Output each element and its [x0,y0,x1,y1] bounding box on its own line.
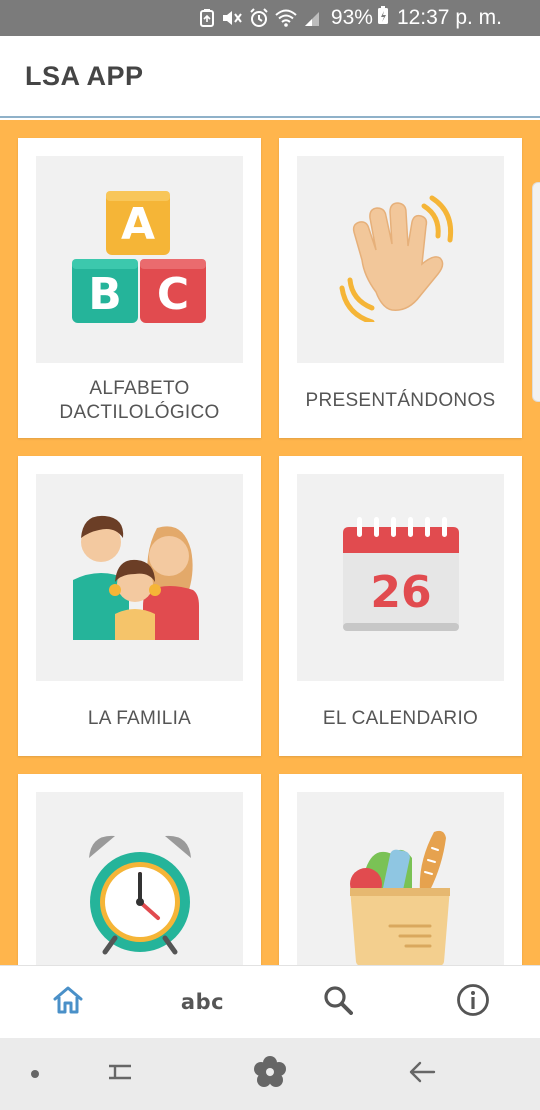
family-icon [65,510,215,645]
nav-alphabet-button[interactable]: abc [163,972,243,1032]
status-time: 12:37 p. m. [396,6,502,29]
home-icon [52,984,84,1021]
dot-icon [20,1038,50,1110]
card-thumbnail [297,156,504,363]
signal-icon [303,8,321,28]
nav-abc-label: abc [180,990,225,1014]
info-icon [456,983,490,1022]
system-home-button[interactable] [240,1038,300,1110]
category-label: ALFABETO DACTILOLÓGICO [59,377,220,423]
waving-hand-icon [336,192,466,327]
grocery-bag-icon [346,828,456,965]
battery-charging-icon [377,5,389,31]
back-button[interactable] [392,1038,452,1110]
card-thumbnail [297,792,504,965]
nav-info-button[interactable] [433,972,513,1032]
card-thumbnail: A B C [36,156,243,363]
alarm-clock-icon [85,830,195,965]
category-card-alarm-clock[interactable] [18,774,261,965]
app-bar: LSA APP [0,36,540,118]
bottom-navigation: abc [0,965,540,1038]
mute-icon [221,8,243,28]
status-bar: 93% 12:37 p. m. [0,0,540,36]
alarm-icon [249,8,269,28]
category-label: PRESENTÁNDONOS [305,389,496,411]
category-label: LA FAMILIA [87,707,192,729]
status-icons [199,8,321,28]
calendar-day: 26 [370,567,431,618]
svg-text:A: A [120,199,154,250]
category-card-grocery[interactable] [279,774,522,965]
category-grid: A B C ALFABETO DACTILOLÓGICO PRESENTÁNDO… [0,120,540,965]
card-thumbnail [36,792,243,965]
category-card-presentandonos[interactable]: PRESENTÁNDONOS [279,138,522,438]
recent-apps-icon [105,1058,135,1091]
system-navigation-bar [0,1038,540,1110]
category-card-familia[interactable]: LA FAMILIA [18,456,261,756]
card-thumbnail: 26 [297,474,504,681]
battery-percent: 93% [330,6,373,29]
category-list[interactable]: A B C ALFABETO DACTILOLÓGICO PRESENTÁNDO… [0,120,540,965]
svg-text:B: B [88,269,122,320]
calendar-icon: 26 [339,513,463,642]
recent-apps-button[interactable] [90,1038,150,1110]
home-flower-icon [252,1054,288,1095]
sync-icon [199,8,215,28]
category-card-calendario[interactable]: 26 EL CALENDARIO [279,456,522,756]
wifi-icon [275,8,297,28]
svg-text:C: C [156,269,188,320]
category-label: EL CALENDARIO [322,707,479,729]
category-card-alfabeto[interactable]: A B C ALFABETO DACTILOLÓGICO [18,138,261,438]
scroll-handle[interactable] [532,182,540,402]
nav-search-button[interactable] [298,972,378,1032]
nav-home-button[interactable] [28,972,108,1032]
card-thumbnail [36,474,243,681]
abc-blocks-icon: A B C [70,187,210,332]
app-title: LSA APP [25,60,144,91]
back-icon [408,1060,436,1089]
search-icon [323,985,353,1020]
